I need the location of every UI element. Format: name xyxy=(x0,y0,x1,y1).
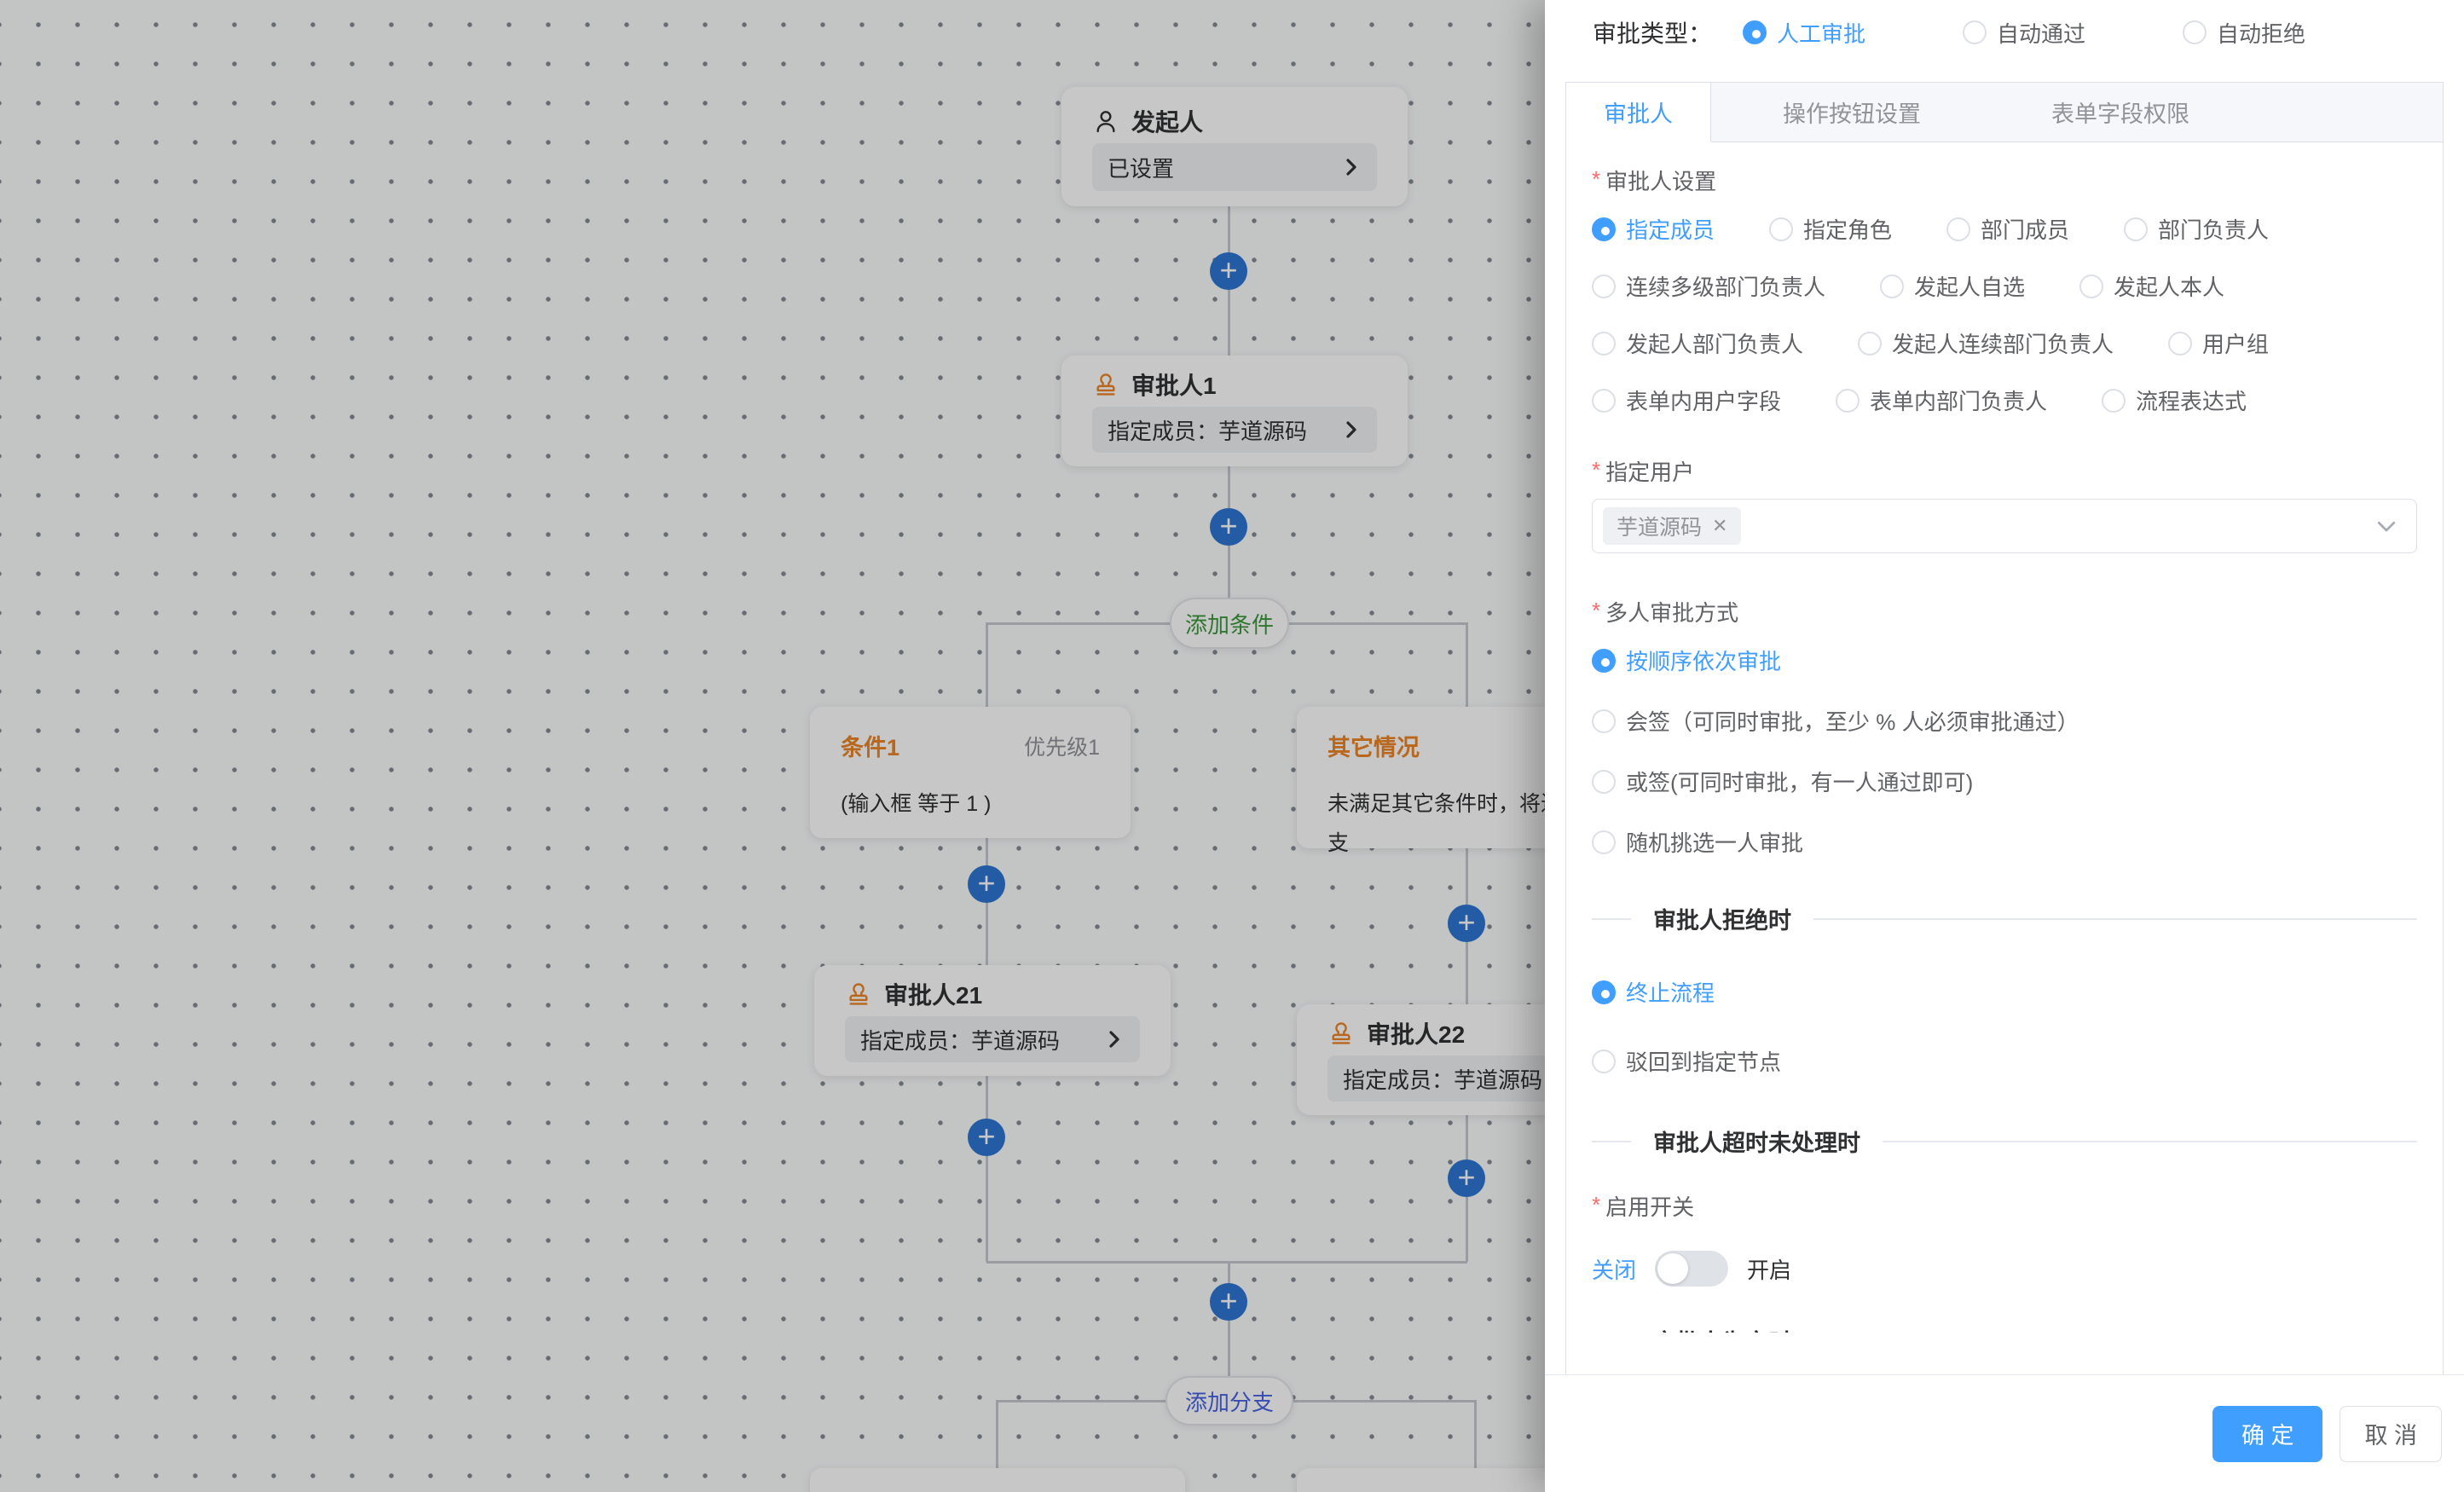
assign-user-label: * 指定用户 xyxy=(1592,455,2417,487)
settings-tab-card: 审批人 操作按钮设置 表单字段权限 * 审批人设置 指定成员 指定角色 部门成员… xyxy=(1565,82,2444,1374)
tab-button-settings[interactable]: 操作按钮设置 xyxy=(1711,83,1993,142)
radio-assign-member[interactable]: 指定成员 xyxy=(1592,213,1715,245)
radio-icon xyxy=(2102,389,2126,413)
radio-icon xyxy=(2168,332,2192,356)
radio-icon xyxy=(1858,332,1882,356)
reject-section-divider: 审批人拒绝时 xyxy=(1592,902,2417,935)
radio-random-one[interactable]: 随机挑选一人审批 xyxy=(1592,826,2417,858)
radio-auto-pass[interactable]: 自动通过 xyxy=(1963,17,2085,49)
radio-countersign[interactable]: 会签（可同时审批，至少 % 人必须审批通过） xyxy=(1592,705,2417,737)
radio-icon xyxy=(2079,275,2103,298)
timeout-switch-row: 关闭 开启 xyxy=(1592,1251,2417,1287)
radio-user-group[interactable]: 用户组 xyxy=(2168,327,2269,359)
radio-dept-leader[interactable]: 部门负责人 xyxy=(2124,213,2269,245)
radio-icon xyxy=(1836,389,1860,413)
radio-assign-role[interactable]: 指定角色 xyxy=(1769,213,1892,245)
required-asterisk: * xyxy=(1592,1192,1600,1218)
radio-starter-self[interactable]: 发起人本人 xyxy=(2079,270,2224,302)
radio-icon xyxy=(1880,275,1904,298)
radio-icon xyxy=(1769,217,1793,241)
radio-icon xyxy=(2124,217,2148,241)
chevron-down-icon xyxy=(2374,513,2399,539)
tag-close-icon[interactable]: ✕ xyxy=(1712,515,1727,537)
required-asterisk: * xyxy=(1592,457,1600,483)
radio-icon xyxy=(1592,770,1616,794)
timeout-section-title: 审批人超时未处理时 xyxy=(1653,1125,1860,1158)
radio-orsign[interactable]: 或签(可同时审批，有一人通过即可) xyxy=(1592,766,2417,797)
radio-icon xyxy=(1592,980,1616,1004)
required-asterisk: * xyxy=(1592,166,1600,193)
radio-icon xyxy=(1592,830,1616,854)
assign-user-select[interactable]: 芋道源码 ✕ xyxy=(1592,499,2417,553)
radio-icon xyxy=(1592,389,1616,413)
radio-starter-multi-dept-leader[interactable]: 发起人连续部门负责人 xyxy=(1858,327,2114,359)
radio-manual-approve[interactable]: 人工审批 xyxy=(1743,17,1865,49)
drawer-footer: 确 定 取 消 xyxy=(1545,1374,2464,1492)
cancel-button[interactable]: 取 消 xyxy=(2340,1406,2442,1462)
tab-bar: 审批人 操作按钮设置 表单字段权限 xyxy=(1566,83,2443,142)
radio-terminate-process[interactable]: 终止流程 xyxy=(1592,976,2417,1008)
radio-dept-member[interactable]: 部门成员 xyxy=(1946,213,2069,245)
radio-multi-level-dept-leader[interactable]: 连续多级部门负责人 xyxy=(1592,270,1825,302)
radio-icon xyxy=(1592,217,1616,241)
timeout-toggle[interactable] xyxy=(1655,1251,1728,1287)
radio-process-expression[interactable]: 流程表达式 xyxy=(2102,385,2247,416)
approve-type-label: 审批类型： xyxy=(1593,15,1712,49)
empty-approver-title: 审批人为空时 xyxy=(1653,1324,1791,1333)
radio-icon xyxy=(1592,275,1616,298)
confirm-button[interactable]: 确 定 xyxy=(2212,1406,2323,1462)
radio-icon xyxy=(1592,1050,1616,1073)
approver-setting-label: * 审批人设置 xyxy=(1592,165,2417,196)
reject-section-title: 审批人拒绝时 xyxy=(1653,902,1791,935)
multi-mode-label: * 多人审批方式 xyxy=(1592,596,2417,627)
radio-form-dept-leader[interactable]: 表单内部门负责人 xyxy=(1836,385,2047,416)
radio-auto-reject[interactable]: 自动拒绝 xyxy=(2183,17,2305,49)
approve-type-row: 审批类型： 人工审批 自动通过 自动拒绝 xyxy=(1593,15,2305,49)
tab-content: * 审批人设置 指定成员 指定角色 部门成员 部门负责人 连续多级部门负责人 发… xyxy=(1566,142,2443,1333)
empty-approver-divider: 审批人为空时 xyxy=(1592,1324,2417,1333)
tab-form-field-permissions[interactable]: 表单字段权限 xyxy=(1993,83,2248,142)
approver-settings-drawer: 审批类型： 人工审批 自动通过 自动拒绝 审批人 操作按钮设置 表单字段权限 *… xyxy=(1545,0,2464,1492)
radio-form-user-field[interactable]: 表单内用户字段 xyxy=(1592,385,1781,416)
radio-starter-select[interactable]: 发起人自选 xyxy=(1880,270,2025,302)
radio-icon xyxy=(1743,20,1767,44)
radio-icon xyxy=(1592,332,1616,356)
switch-off-label: 关闭 xyxy=(1592,1253,1636,1285)
enable-switch-label: * 启用开关 xyxy=(1592,1190,2417,1222)
required-asterisk: * xyxy=(1592,598,1600,624)
radio-icon xyxy=(1946,217,1970,241)
radio-sequential-approve[interactable]: 按顺序依次审批 xyxy=(1592,645,2417,676)
user-tag: 芋道源码 ✕ xyxy=(1603,507,1741,545)
switch-on-label: 开启 xyxy=(1747,1253,1791,1285)
radio-icon xyxy=(1592,649,1616,673)
radio-icon xyxy=(1963,20,1987,44)
timeout-section-divider: 审批人超时未处理时 xyxy=(1592,1125,2417,1158)
radio-starter-dept-leader[interactable]: 发起人部门负责人 xyxy=(1592,327,1803,359)
radio-icon xyxy=(1592,709,1616,733)
tab-approver[interactable]: 审批人 xyxy=(1566,83,1711,142)
radio-return-to-node[interactable]: 驳回到指定节点 xyxy=(1592,1045,2417,1077)
radio-icon xyxy=(2183,20,2207,44)
